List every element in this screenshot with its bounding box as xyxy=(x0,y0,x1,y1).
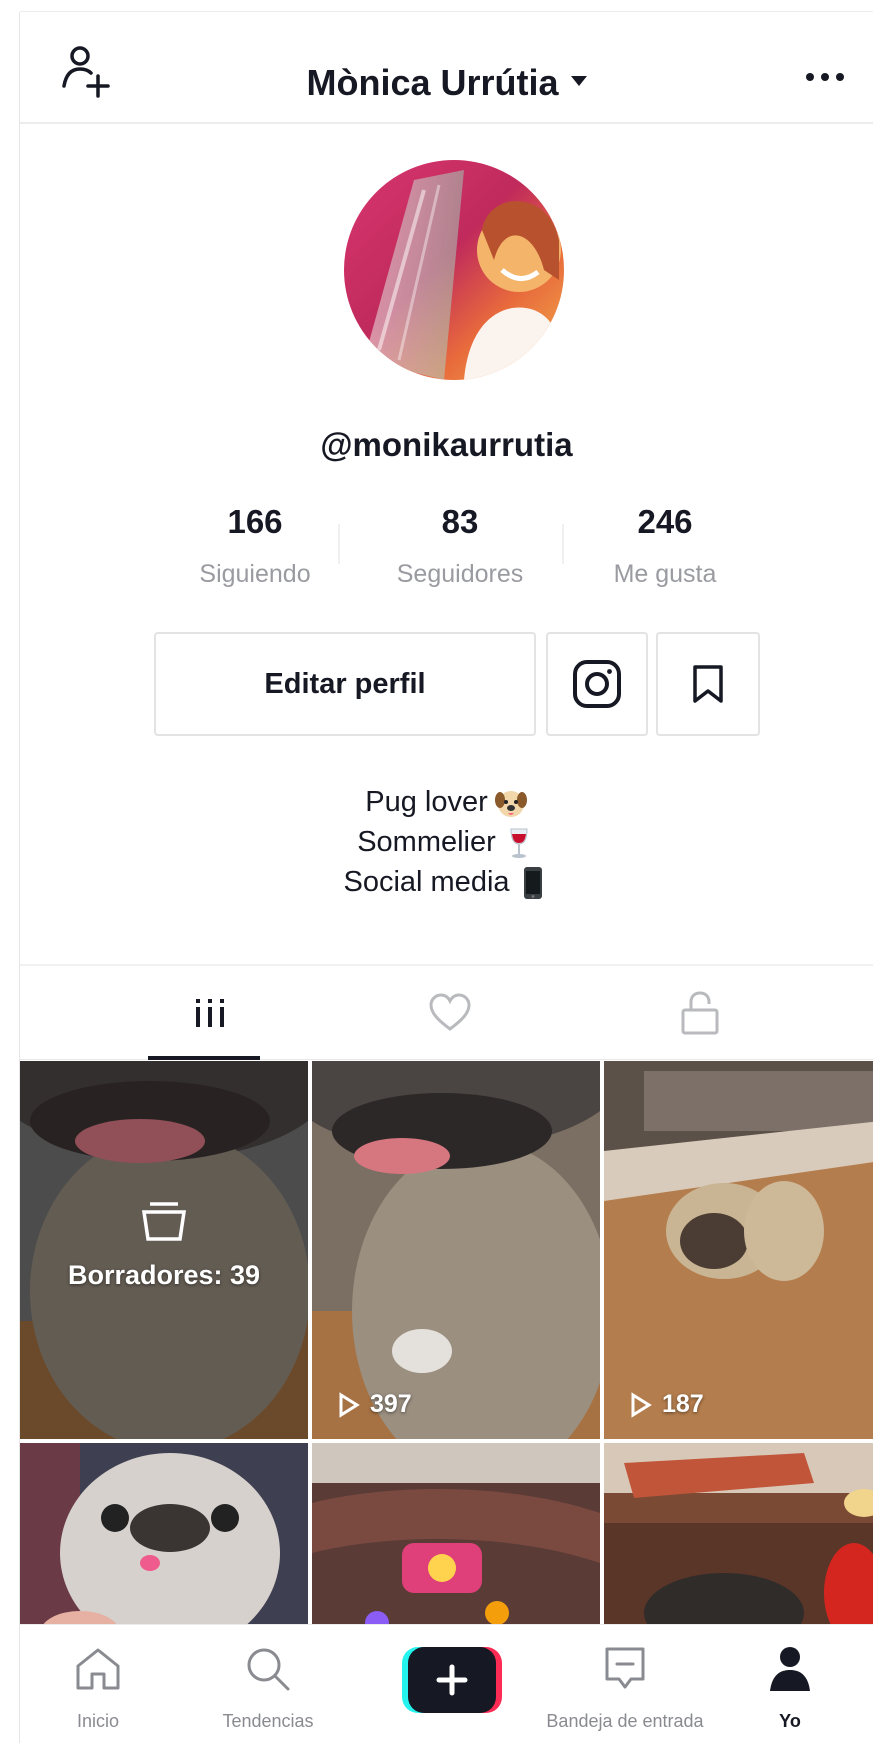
video-tile[interactable]: 397 xyxy=(312,1061,600,1439)
video-thumbnail xyxy=(312,1061,600,1439)
bookmark-icon xyxy=(693,665,723,703)
instagram-icon xyxy=(573,660,621,708)
profile-stats: 166 Siguiendo 83 Seguidores 246 Me gusta xyxy=(170,502,750,602)
video-thumbnail xyxy=(20,1443,308,1643)
stat-value: 246 xyxy=(637,503,693,540)
stat-divider xyxy=(562,524,564,564)
stat-label: Siguiendo xyxy=(199,560,311,588)
stat-label: Seguidores xyxy=(396,560,524,588)
heart-icon xyxy=(429,993,471,1031)
home-icon xyxy=(76,1648,120,1690)
play-count: 397 xyxy=(338,1390,412,1419)
drafts-tile[interactable]: Borradores: 39 xyxy=(20,1061,308,1439)
nav-label: Tendencias xyxy=(222,1711,314,1731)
profile-username: Mònica Urrútia xyxy=(306,62,559,103)
stat-value: 166 xyxy=(227,503,283,540)
profile-bio: Pug lover Sommelier Social media xyxy=(20,782,873,902)
video-tile[interactable] xyxy=(312,1443,600,1643)
bottom-navigation: Inicio Tendencias Bandeja de entrada Yo xyxy=(20,1624,873,1743)
nav-label: Bandeja de entrada xyxy=(546,1711,704,1731)
tab-videos[interactable] xyxy=(90,966,330,1060)
profile-icon xyxy=(770,1647,810,1691)
video-thumbnail xyxy=(604,1443,873,1643)
dog-emoji-icon xyxy=(494,791,527,818)
header-bar: Mònica Urrútia xyxy=(20,12,873,124)
bio-line: Sommelier xyxy=(20,822,873,862)
more-options-icon[interactable] xyxy=(795,62,855,92)
stat-divider xyxy=(338,524,340,564)
video-thumbnail xyxy=(604,1061,873,1439)
stat-value: 83 xyxy=(441,503,479,540)
drafts-count: Borradores: 39 xyxy=(67,1260,261,1290)
stat-label: Me gusta xyxy=(613,560,717,588)
mobile-phone-icon xyxy=(523,867,542,900)
account-switcher[interactable]: Mònica Urrútia xyxy=(20,62,873,104)
inbox-icon xyxy=(605,1647,645,1689)
drafts-icon xyxy=(141,1202,187,1241)
nav-inbox[interactable]: Bandeja de entrada xyxy=(520,1625,730,1743)
grid-icon xyxy=(196,999,224,1027)
tab-private[interactable] xyxy=(580,966,820,1060)
caret-down-icon xyxy=(570,76,587,87)
profile-screen: Mònica Urrútia @monikaurrutia 166 Siguie… xyxy=(20,12,873,1743)
content-tabs xyxy=(20,964,873,1060)
video-tile[interactable] xyxy=(20,1443,308,1643)
video-thumbnail xyxy=(312,1443,600,1643)
wine-glass-icon xyxy=(510,828,528,859)
favorites-button[interactable] xyxy=(656,632,760,736)
nav-discover[interactable]: Tendencias xyxy=(200,1625,336,1743)
video-tile[interactable] xyxy=(604,1443,873,1643)
profile-handle: @monikaurrutia xyxy=(320,426,573,463)
tab-liked[interactable] xyxy=(330,966,570,1060)
play-icon xyxy=(631,1391,652,1418)
nav-label: Yo xyxy=(779,1711,801,1731)
bio-line: Pug lover xyxy=(20,782,873,822)
create-video-button[interactable] xyxy=(402,1647,502,1713)
nav-profile[interactable]: Yo xyxy=(750,1625,830,1743)
stat-following[interactable]: 166 Siguiendo xyxy=(170,502,340,602)
video-tile[interactable]: 187 xyxy=(604,1061,873,1439)
stat-likes: 246 Me gusta xyxy=(580,502,750,602)
search-icon xyxy=(247,1648,290,1691)
lock-icon xyxy=(681,991,719,1035)
nav-label: Inicio xyxy=(76,1711,120,1731)
bio-line: Social media xyxy=(20,862,873,902)
drafts-overlay: Borradores: 39 xyxy=(20,1201,308,1291)
play-count: 187 xyxy=(630,1390,704,1419)
nav-home[interactable]: Inicio xyxy=(50,1625,146,1743)
play-icon xyxy=(339,1391,360,1418)
video-grid: Borradores: 39 397 187 xyxy=(20,1061,873,1643)
stat-followers[interactable]: 83 Seguidores xyxy=(375,502,545,602)
plus-icon xyxy=(402,1647,502,1713)
edit-profile-label: Editar perfil xyxy=(264,667,426,700)
avatar[interactable] xyxy=(344,160,564,380)
instagram-button[interactable] xyxy=(546,632,648,736)
edit-profile-button[interactable]: Editar perfil xyxy=(154,632,536,736)
